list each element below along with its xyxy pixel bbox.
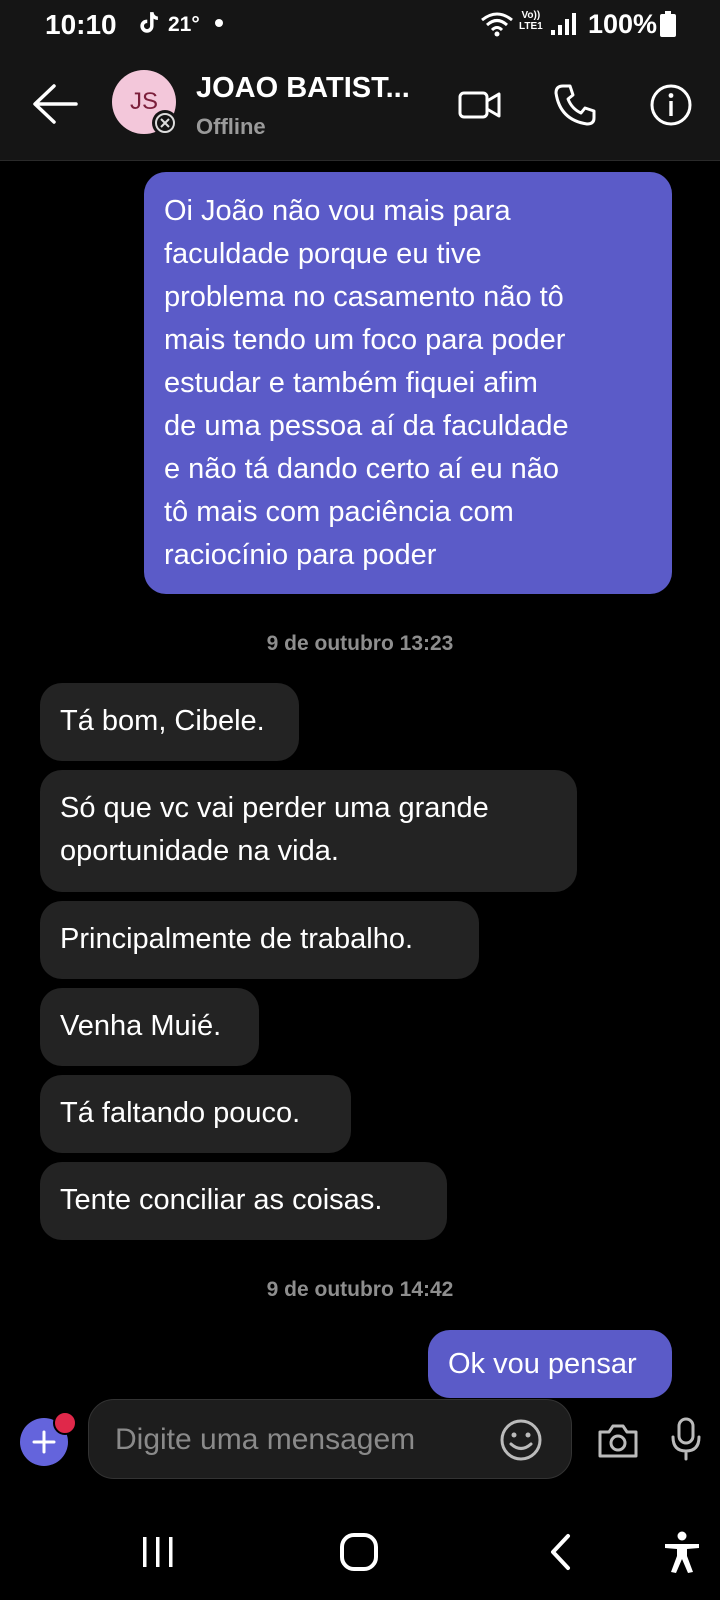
status-temperature: 21° <box>168 13 200 36</box>
back-icon[interactable] <box>540 1530 584 1574</box>
message-outgoing[interactable]: Ok vou pensar <box>428 1330 672 1398</box>
video-camera-icon[interactable] <box>457 82 503 128</box>
emoji-icon[interactable] <box>499 1418 543 1462</box>
notification-dot-icon <box>215 19 223 27</box>
battery-icon <box>660 11 676 37</box>
message-incoming[interactable]: Principalmente de trabalho. <box>40 901 479 979</box>
recents-icon[interactable] <box>136 1530 180 1574</box>
signal-icon <box>551 13 576 35</box>
tiktok-icon <box>140 12 158 33</box>
back-arrow-icon[interactable] <box>30 82 80 126</box>
message-outgoing[interactable]: Oi João não vou mais para faculdade porq… <box>144 172 672 594</box>
navigation-bar <box>0 1500 720 1600</box>
message-composer <box>88 1399 572 1479</box>
message-input[interactable] <box>113 1420 487 1460</box>
plus-icon <box>32 1430 56 1454</box>
network-type: Vo)) LTE1 <box>519 10 543 32</box>
timestamp: 9 de outubro 14:42 <box>266 1278 454 1301</box>
contact-status: Offline <box>196 114 266 139</box>
status-bar: 10:10 21° Vo)) LTE1 100% <box>0 0 720 50</box>
phone-icon[interactable] <box>552 82 598 128</box>
message-incoming[interactable]: Venha Muié. <box>40 988 259 1066</box>
home-icon[interactable] <box>337 1530 381 1574</box>
message-incoming[interactable]: Tá faltando pouco. <box>40 1075 351 1153</box>
chat-header: JS JOAO BATIST... Offline <box>0 50 720 161</box>
info-icon[interactable] <box>648 82 694 128</box>
battery-percent: 100% <box>588 9 658 39</box>
message-incoming[interactable]: Tente conciliar as coisas. <box>40 1162 447 1240</box>
camera-icon[interactable] <box>596 1418 640 1462</box>
wifi-icon <box>481 12 513 37</box>
contact-name[interactable]: JOAO BATIST... <box>196 72 410 105</box>
offline-status-icon <box>152 110 178 136</box>
notification-badge <box>53 1411 77 1435</box>
message-incoming[interactable]: Tá bom, Cibele. <box>40 683 299 761</box>
accessibility-icon[interactable] <box>660 1530 704 1574</box>
microphone-icon[interactable] <box>668 1416 704 1462</box>
status-time: 10:10 <box>45 9 117 40</box>
message-incoming[interactable]: Só que vc vai perder uma grande oportuni… <box>40 770 577 892</box>
timestamp: 9 de outubro 13:23 <box>266 632 454 655</box>
